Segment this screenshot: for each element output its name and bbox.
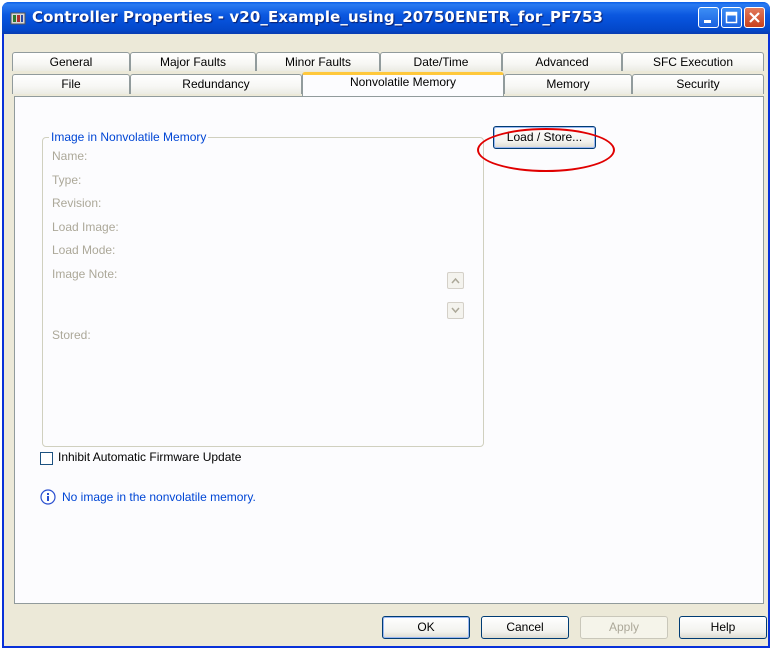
inhibit-firmware-update-label: Inhibit Automatic Firmware Update [58, 450, 242, 464]
cancel-button[interactable]: Cancel [481, 616, 569, 639]
tab-file[interactable]: File [12, 74, 130, 94]
inhibit-firmware-update-checkbox[interactable] [40, 452, 53, 465]
field-load-image-label: Load Image: [52, 220, 119, 234]
tab-major-faults[interactable]: Major Faults [130, 52, 256, 71]
tab-sfc-execution[interactable]: SFC Execution [622, 52, 764, 71]
field-revision-label: Revision: [52, 196, 102, 210]
minimize-icon [704, 20, 711, 23]
tab-panel: Image in Nonvolatile Memory Name: Type: … [14, 96, 764, 604]
note-scroll-up-button[interactable] [447, 272, 464, 289]
ok-button[interactable]: OK [382, 616, 470, 639]
groupbox-title: Image in Nonvolatile Memory [49, 130, 209, 144]
chevron-down-icon [451, 307, 460, 314]
tab-nonvolatile-memory[interactable]: Nonvolatile Memory [302, 72, 504, 96]
tab-date-time[interactable]: Date/Time [380, 52, 502, 71]
info-icon [40, 489, 56, 505]
tab-general[interactable]: General [12, 52, 130, 71]
load-store-button[interactable]: Load / Store... [493, 126, 596, 149]
field-name-label: Name: [52, 149, 88, 163]
field-load-mode-label: Load Mode: [52, 243, 116, 257]
close-button[interactable] [744, 7, 765, 28]
tab-minor-faults[interactable]: Minor Faults [256, 52, 380, 71]
field-stored-label: Stored: [52, 328, 91, 342]
title-bar[interactable]: Controller Properties - v20_Example_usin… [2, 2, 770, 34]
tab-advanced[interactable]: Advanced [502, 52, 622, 71]
window-title: Controller Properties - v20_Example_usin… [32, 8, 604, 26]
chevron-up-icon [451, 277, 460, 284]
maximize-icon [725, 11, 738, 24]
minimize-button[interactable] [698, 7, 719, 28]
apply-button[interactable]: Apply [580, 616, 668, 639]
info-message: No image in the nonvolatile memory. [62, 490, 256, 504]
tab-redundancy[interactable]: Redundancy [130, 74, 302, 94]
close-icon [749, 12, 760, 23]
maximize-button[interactable] [721, 7, 742, 28]
tab-security[interactable]: Security [632, 74, 764, 94]
field-type-label: Type: [52, 173, 82, 187]
dialog-window: Controller Properties - v20_Example_usin… [2, 2, 770, 648]
note-scroll-down-button[interactable] [447, 302, 464, 319]
controller-icon [10, 12, 26, 25]
image-groupbox: Image in Nonvolatile Memory Name: Type: … [42, 130, 484, 447]
field-image-note-label: Image Note: [52, 267, 118, 281]
help-button[interactable]: Help [679, 616, 767, 639]
tab-memory[interactable]: Memory [504, 74, 632, 94]
